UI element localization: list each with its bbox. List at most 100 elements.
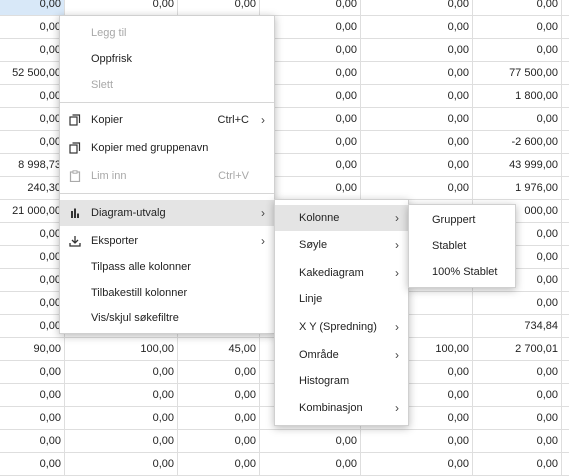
table-cell[interactable]: 0,00: [0, 269, 65, 291]
menu-item-toggle-filters[interactable]: Vis/skjul søkefiltre: [60, 305, 274, 331]
table-cell[interactable]: 45,00: [178, 338, 260, 360]
table-cell[interactable]: 0,00: [361, 430, 473, 452]
table-cell[interactable]: 0,00: [65, 453, 178, 475]
menu-item-delete[interactable]: Slett: [60, 72, 274, 98]
table-cell[interactable]: 43 999,00: [473, 154, 562, 176]
chart-item-area[interactable]: Område ›: [275, 342, 408, 368]
column-item-normalized[interactable]: 100% Stablet: [409, 259, 515, 285]
table-cell[interactable]: 52 500,00: [0, 62, 65, 84]
table-cell[interactable]: -2 600,00: [473, 131, 562, 153]
table-cell[interactable]: 0,00: [473, 16, 562, 38]
table-row[interactable]: 0,000,000,000,000,000,00: [0, 0, 569, 16]
table-cell[interactable]: 0,00: [260, 0, 361, 15]
table-cell[interactable]: 0,00: [361, 0, 473, 15]
menu-item-chart-range[interactable]: Diagram-utvalg ›: [60, 200, 274, 226]
table-cell[interactable]: 0,00: [361, 177, 473, 199]
table-cell[interactable]: 0,00: [260, 62, 361, 84]
table-cell[interactable]: 0,00: [260, 154, 361, 176]
table-cell[interactable]: 0,00: [473, 384, 562, 406]
table-cell[interactable]: 0,00: [260, 39, 361, 61]
table-cell[interactable]: 0,00: [473, 407, 562, 429]
table-cell[interactable]: 0,00: [178, 361, 260, 383]
table-cell[interactable]: 0,00: [178, 430, 260, 452]
menu-item-paste[interactable]: Lim inn Ctrl+V: [60, 163, 274, 189]
chart-item-bar[interactable]: Søyle ›: [275, 232, 408, 258]
table-cell[interactable]: 0,00: [473, 453, 562, 475]
menu-item-refresh[interactable]: Oppfrisk: [60, 46, 274, 72]
table-cell[interactable]: 0,00: [361, 62, 473, 84]
table-row[interactable]: 0,000,000,000,000,000,00: [0, 430, 569, 453]
table-cell[interactable]: 1 976,00: [473, 177, 562, 199]
table-cell[interactable]: 0,00: [260, 453, 361, 475]
table-cell[interactable]: 0,00: [65, 361, 178, 383]
table-cell[interactable]: 0,00: [361, 85, 473, 107]
table-cell[interactable]: 0,00: [260, 108, 361, 130]
chart-item-combination[interactable]: Kombinasjon ›: [275, 395, 408, 421]
table-cell[interactable]: 0,00: [361, 131, 473, 153]
table-cell[interactable]: 21 000,00: [0, 200, 65, 222]
menu-item-copy-with-group[interactable]: Kopier med gruppenavn: [60, 135, 274, 161]
table-cell[interactable]: 90,00: [0, 338, 65, 360]
table-cell[interactable]: 0,00: [260, 430, 361, 452]
table-cell[interactable]: 0,00: [178, 407, 260, 429]
table-cell[interactable]: 100,00: [65, 338, 178, 360]
table-cell[interactable]: 0,00: [178, 384, 260, 406]
chart-item-column[interactable]: Kolonne ›: [275, 205, 408, 231]
table-cell[interactable]: 0,00: [0, 108, 65, 130]
menu-item-label: Gruppert: [432, 214, 476, 226]
table-cell[interactable]: 0,00: [0, 39, 65, 61]
chart-item-pie[interactable]: Kakediagram ›: [275, 260, 408, 286]
table-cell[interactable]: 0,00: [260, 85, 361, 107]
table-cell[interactable]: 0,00: [0, 16, 65, 38]
table-cell[interactable]: 0,00: [260, 131, 361, 153]
table-cell[interactable]: 734,84: [473, 315, 562, 337]
column-item-grouped[interactable]: Gruppert: [409, 207, 515, 233]
table-cell[interactable]: 2 700,01: [473, 338, 562, 360]
table-cell[interactable]: 0,00: [65, 0, 178, 15]
table-cell[interactable]: 0,00: [0, 315, 65, 337]
table-cell[interactable]: 0,00: [361, 39, 473, 61]
table-cell[interactable]: 0,00: [473, 430, 562, 452]
table-cell[interactable]: 0,00: [65, 407, 178, 429]
table-cell[interactable]: 0,00: [65, 430, 178, 452]
table-cell[interactable]: 0,00: [361, 108, 473, 130]
table-cell[interactable]: 240,30: [0, 177, 65, 199]
table-cell[interactable]: 0,00: [178, 0, 260, 15]
table-cell[interactable]: 0,00: [0, 85, 65, 107]
chart-item-line[interactable]: Linje: [275, 286, 408, 312]
table-row[interactable]: 0,000,000,000,000,000,00: [0, 453, 569, 476]
table-cell[interactable]: 0,00: [361, 453, 473, 475]
menu-item-copy[interactable]: Kopier Ctrl+C ›: [60, 107, 274, 133]
menu-item-add[interactable]: Legg til: [60, 20, 274, 46]
table-cell[interactable]: 0,00: [361, 16, 473, 38]
table-cell[interactable]: 0,00: [260, 16, 361, 38]
table-cell[interactable]: 0,00: [473, 361, 562, 383]
table-cell[interactable]: 77 500,00: [473, 62, 562, 84]
table-cell[interactable]: 0,00: [473, 292, 562, 314]
table-cell[interactable]: 0,00: [0, 246, 65, 268]
table-cell[interactable]: 0,00: [361, 154, 473, 176]
table-cell[interactable]: 0,00: [473, 0, 562, 15]
table-cell[interactable]: 0,00: [0, 361, 65, 383]
table-cell[interactable]: 0,00: [0, 223, 65, 245]
table-cell[interactable]: 0,00: [0, 453, 65, 475]
menu-item-export[interactable]: Eksporter ›: [60, 228, 274, 254]
chart-item-histogram[interactable]: Histogram: [275, 368, 408, 394]
table-cell[interactable]: 0,00: [0, 131, 65, 153]
table-cell[interactable]: 0,00: [0, 384, 65, 406]
table-cell[interactable]: 0,00: [0, 430, 65, 452]
table-cell[interactable]: 0,00: [473, 39, 562, 61]
table-cell[interactable]: 0,00: [0, 0, 65, 15]
menu-item-autosize-all[interactable]: Tilpass alle kolonner: [60, 254, 274, 280]
menu-item-reset-columns[interactable]: Tilbakestill kolonner: [60, 280, 274, 306]
table-cell[interactable]: 0,00: [178, 453, 260, 475]
chart-item-scatter[interactable]: X Y (Spredning) ›: [275, 314, 408, 340]
table-cell[interactable]: 1 800,00: [473, 85, 562, 107]
table-cell[interactable]: 0,00: [0, 407, 65, 429]
table-cell[interactable]: 0,00: [65, 384, 178, 406]
table-cell[interactable]: 0,00: [0, 292, 65, 314]
table-cell[interactable]: 0,00: [260, 177, 361, 199]
table-cell[interactable]: 0,00: [473, 108, 562, 130]
column-item-stacked[interactable]: Stablet: [409, 233, 515, 259]
table-cell[interactable]: 8 998,73: [0, 154, 65, 176]
